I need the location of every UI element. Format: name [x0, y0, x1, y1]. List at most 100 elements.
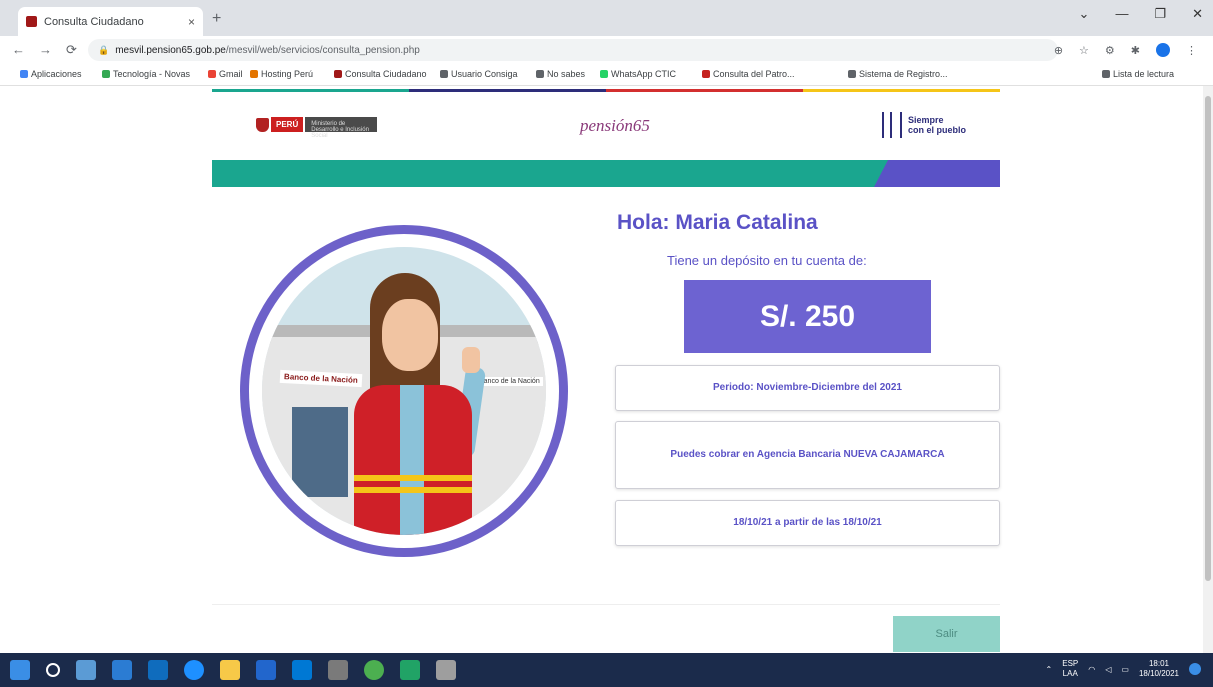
scrollbar-thumb[interactable] — [1205, 96, 1211, 581]
divider — [212, 604, 1000, 605]
taskbar-icons — [10, 660, 456, 680]
system-tray: ⌃ ESP LAA ◠ ◁ ▭ 18:01 18/10/2021 — [1046, 659, 1201, 679]
url-path: /mesvil/web/servicios/consulta_pension.p… — [225, 44, 420, 56]
pension65-logo: pensión65 — [580, 116, 650, 135]
volume-icon[interactable]: ◁ — [1105, 665, 1111, 674]
bookmark-item[interactable]: Consulta Ciudadano — [334, 69, 427, 79]
header-band-accent — [874, 160, 1000, 187]
forward-icon[interactable]: → — [39, 42, 52, 58]
siempre-logo: Siempre con el pueblo — [882, 112, 966, 138]
stripe-segment — [409, 89, 606, 92]
extension-icon[interactable]: ⚙ — [1105, 44, 1115, 57]
tab-title: Consulta Ciudadano — [44, 15, 144, 28]
header-band — [212, 160, 1000, 187]
government-logo: PERÚ Ministerio de Desarrollo e Inclusió… — [256, 117, 378, 139]
stripe-segment — [606, 89, 803, 92]
excel-icon[interactable] — [400, 660, 420, 680]
reading-list-icon — [1102, 70, 1110, 78]
url-input[interactable]: 🔒 mesvil.pension65.gob.pe /mesvil/web/se… — [88, 39, 1058, 61]
logo-header: PERÚ Ministerio de Desarrollo e Inclusió… — [212, 100, 1000, 155]
bookmark-item[interactable]: Gmail — [208, 69, 243, 79]
address-bar-row: ← → ⟳ 🔒 mesvil.pension65.gob.pe /mesvil/… — [0, 36, 1213, 64]
settings-icon[interactable] — [328, 660, 348, 680]
bookmark-item[interactable]: WhatsApp CTIC — [600, 69, 676, 79]
file-explorer-icon[interactable] — [220, 660, 240, 680]
bookmark-item[interactable]: No sabes — [536, 69, 585, 79]
zoom-icon[interactable]: ⊕ — [1054, 44, 1063, 57]
bookmark-item[interactable]: Tecnología - Novas — [102, 69, 190, 79]
menu-icon[interactable]: ⋮ — [1186, 44, 1197, 57]
battery-icon[interactable]: ▭ — [1121, 665, 1129, 674]
stripe-segment — [803, 89, 1000, 92]
bookmark-item[interactable]: Usuario Consiga — [440, 69, 518, 79]
app-icon[interactable] — [436, 660, 456, 680]
gmail-icon — [208, 70, 216, 78]
peru-label: PERÚ — [271, 117, 304, 132]
profile-avatar[interactable] — [1156, 43, 1170, 57]
bookmark-icon — [334, 70, 342, 78]
back-icon[interactable]: ← — [12, 42, 25, 58]
bookmark-icon — [702, 70, 710, 78]
vest-stripe — [354, 487, 472, 493]
close-window-button[interactable]: ✕ — [1192, 6, 1203, 22]
bookmark-item[interactable]: Sistema de Registro... — [848, 69, 948, 79]
reload-icon[interactable]: ⟳ — [66, 42, 77, 58]
siempre-logo-text: Siempre con el pueblo — [908, 115, 967, 135]
illustration-ring: Banco de la Nación Banco de la Nación — [249, 234, 559, 548]
widgets-icon[interactable] — [112, 660, 132, 680]
globe-icon — [536, 70, 544, 78]
language-indicator[interactable]: ESP LAA — [1062, 659, 1078, 679]
tab-close-icon[interactable]: × — [188, 15, 195, 29]
ministry-label: Ministerio de Desarrollo e Inclusión Soc… — [305, 117, 378, 139]
globe-icon — [440, 70, 448, 78]
shield-icon — [256, 117, 269, 132]
thumbs-up-icon — [462, 347, 480, 373]
reading-list-button[interactable]: Lista de lectura — [1102, 69, 1174, 79]
stripe-segment — [212, 89, 409, 92]
task-view-icon[interactable] — [76, 660, 96, 680]
top-color-stripe — [212, 89, 1000, 92]
start-icon[interactable] — [10, 660, 30, 680]
maximize-button[interactable]: ❐ — [1154, 6, 1166, 22]
windows-taskbar: ⌃ ESP LAA ◠ ◁ ▭ 18:01 18/10/2021 — [0, 653, 1213, 687]
page-scrollbar[interactable] — [1203, 86, 1213, 653]
minimize-button[interactable]: — — [1115, 6, 1128, 22]
deposit-label: Tiene un depósito en tu cuenta de: — [667, 253, 867, 268]
browser-tab[interactable]: Consulta Ciudadano × — [18, 7, 203, 36]
new-tab-button[interactable]: + — [212, 10, 221, 28]
clock[interactable]: 18:01 18/10/2021 — [1139, 659, 1179, 679]
wifi-icon[interactable]: ◠ — [1088, 665, 1095, 674]
store-icon[interactable] — [256, 660, 276, 680]
agent-illustration: Banco de la Nación Banco de la Nación — [240, 225, 568, 557]
notification-icon[interactable] — [1189, 663, 1201, 675]
exit-button[interactable]: Salir — [893, 616, 1000, 652]
bookmark-item[interactable]: Hosting Perú — [250, 69, 313, 79]
window-controls: ⌄ — ❐ ✕ — [1079, 6, 1203, 22]
tab-search-icon[interactable]: ⌄ — [1079, 6, 1090, 22]
mail-icon[interactable] — [292, 660, 312, 680]
agency-card: Puedes cobrar en Agencia Bancaria NUEVA … — [615, 421, 1000, 489]
bank-door — [292, 407, 348, 497]
chrome-icon[interactable] — [364, 660, 384, 680]
chevron-up-icon[interactable]: ⌃ — [1046, 665, 1053, 674]
date-card: 18/10/21 a partir de las 18/10/21 — [615, 500, 1000, 546]
lock-icon[interactable]: 🔒 — [98, 45, 109, 56]
bank-sign-right: Banco de la Nación — [476, 377, 543, 386]
edge-icon[interactable] — [184, 660, 204, 680]
apps-icon — [20, 70, 28, 78]
bookmark-item[interactable]: Aplicaciones — [20, 69, 82, 79]
period-card: Periodo: Noviembre-Diciembre del 2021 — [615, 365, 1000, 411]
teams-icon[interactable] — [148, 660, 168, 680]
tab-favicon-icon — [26, 16, 37, 27]
agent-face — [382, 299, 438, 371]
illustration-scene: Banco de la Nación Banco de la Nación — [262, 247, 546, 535]
extensions-area: ⊕ ☆ ⚙ ✱ ⋮ — [1054, 43, 1197, 57]
agent-shirt — [400, 385, 424, 535]
bookmark-star-icon[interactable]: ☆ — [1079, 44, 1089, 57]
browser-tab-bar: Consulta Ciudadano × + ⌄ — ❐ ✕ — [0, 0, 1213, 36]
search-icon[interactable] — [46, 663, 60, 677]
nav-buttons: ← → ⟳ — [12, 42, 77, 58]
puzzle-icon[interactable]: ✱ — [1131, 44, 1140, 57]
bookmark-item[interactable]: Consulta del Patro... — [702, 69, 795, 79]
whatsapp-icon — [600, 70, 608, 78]
